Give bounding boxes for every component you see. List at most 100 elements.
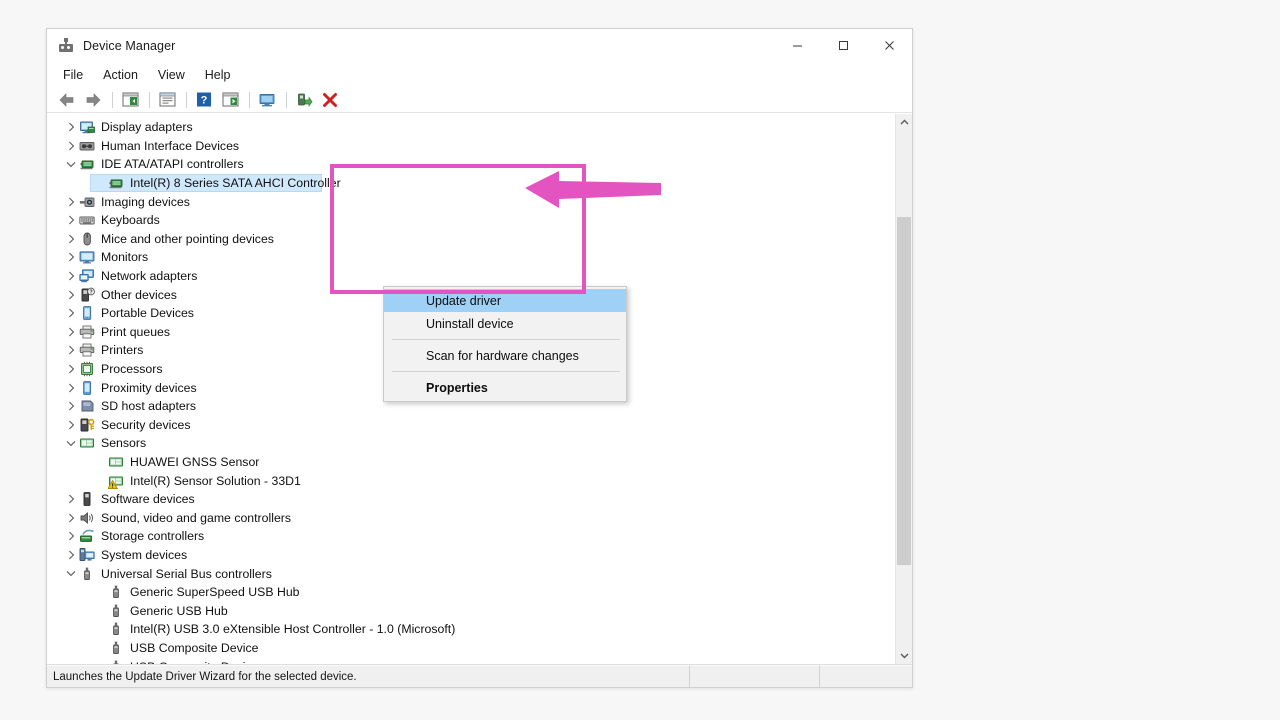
context-menu-separator — [392, 371, 620, 372]
context-menu-item-update-driver[interactable]: Update driver — [384, 289, 626, 312]
tree-indent-spacer — [92, 453, 108, 471]
toolbar-separator — [249, 92, 250, 108]
enable-device-icon[interactable] — [292, 89, 316, 111]
scrollbar-thumb[interactable] — [897, 217, 911, 565]
menu-file[interactable]: File — [53, 65, 93, 85]
chevron-right-icon[interactable] — [63, 490, 79, 508]
vertical-scrollbar[interactable] — [895, 114, 912, 664]
keyboard-icon — [79, 212, 95, 228]
show-hide-console-tree-icon[interactable] — [118, 89, 142, 111]
chevron-right-icon[interactable] — [63, 304, 79, 322]
chevron-right-icon[interactable] — [63, 137, 79, 155]
tree-item[interactable]: Generic USB Hub — [47, 601, 895, 620]
status-message: Launches the Update Driver Wizard for th… — [47, 665, 690, 687]
chevron-right-icon[interactable] — [63, 230, 79, 248]
tree-item[interactable]: IDE ATA/ATAPI controllers — [47, 155, 895, 174]
tree-item[interactable]: Universal Serial Bus controllers — [47, 564, 895, 583]
menu-action[interactable]: Action — [93, 65, 148, 85]
tree-item-label: Network adapters — [101, 267, 197, 285]
tree-item[interactable]: Software devices — [47, 490, 895, 509]
mouse-icon — [79, 231, 95, 247]
chevron-right-icon[interactable] — [63, 527, 79, 545]
sensor-icon — [79, 435, 95, 451]
toolbar-separator — [112, 92, 113, 108]
tree-item[interactable]: Display adapters — [47, 118, 895, 137]
tree-item-label: Security devices — [101, 416, 191, 434]
chevron-down-icon[interactable] — [63, 565, 79, 583]
tree-item[interactable]: Intel(R) Sensor Solution - 33D1 — [47, 471, 895, 490]
context-menu-item-scan-for-hardware-changes[interactable]: Scan for hardware changes — [384, 344, 626, 367]
tree-item[interactable]: Sound, video and game controllers — [47, 508, 895, 527]
tree-item[interactable]: Network adapters — [47, 267, 895, 286]
monitor-icon — [79, 249, 95, 265]
chevron-right-icon[interactable] — [63, 509, 79, 527]
usb-icon — [108, 584, 124, 600]
status-bar: Launches the Update Driver Wizard for th… — [47, 664, 912, 687]
tree-item[interactable]: Human Interface Devices — [47, 137, 895, 156]
chevron-down-icon[interactable] — [63, 155, 79, 173]
uninstall-device-icon[interactable] — [318, 89, 342, 111]
chevron-up-icon[interactable] — [896, 114, 912, 131]
sd-host-adapter-icon — [79, 398, 95, 414]
tree-item-label: System devices — [101, 546, 187, 564]
window-title: Device Manager — [83, 39, 175, 53]
tree-item[interactable]: Storage controllers — [47, 527, 895, 546]
tree-item-label: Keyboards — [101, 211, 160, 229]
tree-item[interactable]: Keyboards — [47, 211, 895, 230]
back-icon[interactable] — [55, 89, 79, 111]
tree-item[interactable]: Mice and other pointing devices — [47, 230, 895, 249]
forward-icon[interactable] — [81, 89, 105, 111]
minimize-button[interactable] — [774, 29, 820, 62]
tree-item-label: Intel(R) Sensor Solution - 33D1 — [130, 472, 301, 490]
system-device-icon — [79, 547, 95, 563]
chevron-right-icon[interactable] — [63, 248, 79, 266]
network-adapter-icon — [79, 268, 95, 284]
menu-help[interactable]: Help — [195, 65, 241, 85]
chevron-right-icon[interactable] — [63, 286, 79, 304]
chevron-right-icon[interactable] — [63, 211, 79, 229]
tree-item[interactable]: USB Composite Device — [47, 639, 895, 658]
tree-item[interactable]: Monitors — [47, 248, 895, 267]
properties-icon[interactable] — [155, 89, 179, 111]
tree-item[interactable]: HUAWEI GNSS Sensor — [47, 453, 895, 472]
chevron-right-icon[interactable] — [63, 323, 79, 341]
context-menu-item-uninstall-device[interactable]: Uninstall device — [384, 312, 626, 335]
tree-item[interactable]: Intel(R) USB 3.0 eXtensible Host Control… — [47, 620, 895, 639]
tree-item-label: Sensors — [101, 434, 146, 452]
chevron-down-icon[interactable] — [896, 647, 912, 664]
chevron-right-icon[interactable] — [63, 416, 79, 434]
tree-item-label: Printers — [101, 341, 143, 359]
scrollbar-track[interactable] — [896, 131, 912, 647]
tree-item-label: SD host adapters — [101, 397, 196, 415]
tree-indent-spacer — [92, 472, 108, 490]
context-menu-item-properties[interactable]: Properties — [384, 376, 626, 399]
tree-item[interactable]: Sensors — [47, 434, 895, 453]
update-driver-icon[interactable] — [218, 89, 242, 111]
chevron-right-icon[interactable] — [63, 546, 79, 564]
device-manager-icon — [58, 38, 74, 54]
chevron-right-icon[interactable] — [63, 360, 79, 378]
tree-item-label: Monitors — [101, 248, 148, 266]
tree-item[interactable]: USB Composite Device — [47, 657, 895, 664]
chevron-right-icon[interactable] — [63, 379, 79, 397]
chevron-right-icon[interactable] — [63, 341, 79, 359]
chevron-down-icon[interactable] — [63, 434, 79, 452]
tree-item-label: IDE ATA/ATAPI controllers — [101, 155, 244, 173]
chevron-right-icon[interactable] — [63, 193, 79, 211]
help-icon[interactable]: ? — [192, 89, 216, 111]
chevron-right-icon[interactable] — [63, 397, 79, 415]
chevron-right-icon[interactable] — [63, 118, 79, 136]
tree-item-label: USB Composite Device — [130, 639, 258, 657]
tree-item[interactable]: Imaging devices — [47, 192, 895, 211]
chevron-right-icon[interactable] — [63, 267, 79, 285]
tree-item[interactable]: Security devices — [47, 416, 895, 435]
tree-item[interactable]: System devices — [47, 546, 895, 565]
scan-for-hardware-changes-icon[interactable] — [255, 89, 279, 111]
close-button[interactable] — [866, 29, 912, 62]
maximize-button[interactable] — [820, 29, 866, 62]
storage-controller-icon — [79, 528, 95, 544]
tree-item-selected[interactable]: Intel(R) 8 Series SATA AHCI Controller — [47, 174, 895, 193]
context-menu[interactable]: Update driverUninstall device Scan for ha… — [383, 286, 627, 402]
menu-view[interactable]: View — [148, 65, 195, 85]
tree-item[interactable]: Generic SuperSpeed USB Hub — [47, 583, 895, 602]
